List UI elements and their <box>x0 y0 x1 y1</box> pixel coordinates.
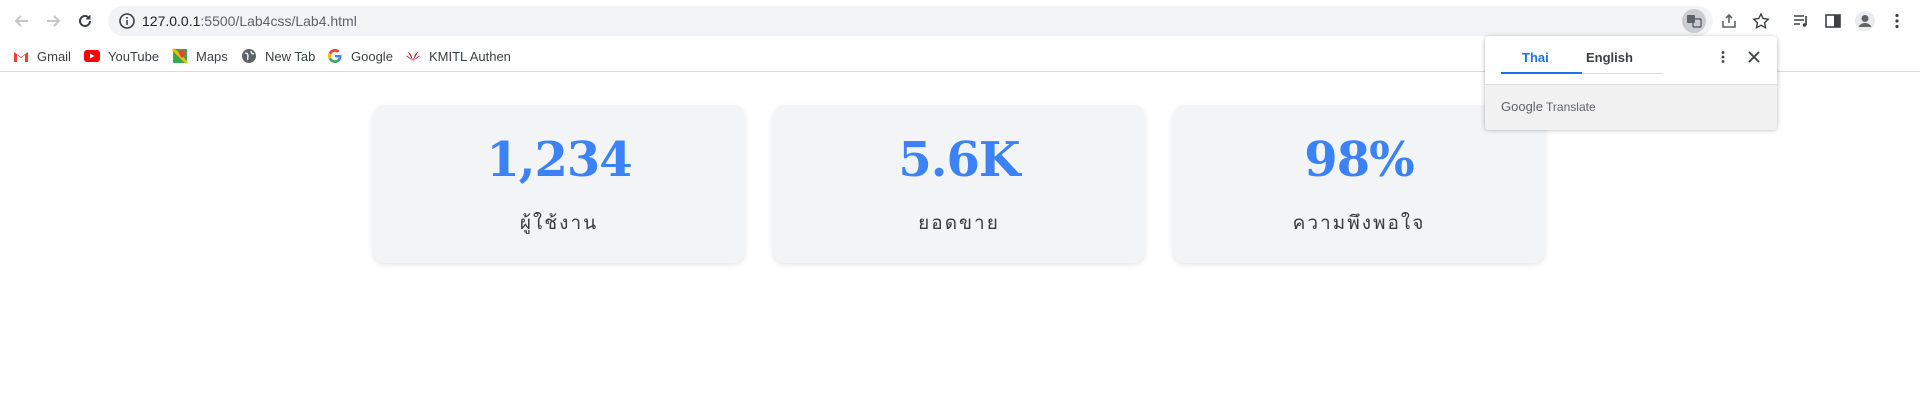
popup-close-icon[interactable] <box>1743 46 1765 68</box>
back-arrow-icon <box>14 15 28 27</box>
site-info-icon[interactable] <box>118 12 136 35</box>
tab-target-language[interactable]: English <box>1586 50 1633 65</box>
bookmark-gmail[interactable]: Gmail <box>13 47 71 65</box>
gmail-icon <box>13 48 29 64</box>
globe-icon <box>241 48 257 64</box>
google-icon <box>327 48 343 64</box>
back-button[interactable] <box>9 8 35 34</box>
stat-label: ความพึงพอใจ <box>1292 212 1426 234</box>
profile-avatar-icon[interactable] <box>1852 8 1878 34</box>
bookmark-google[interactable]: Google <box>327 47 393 65</box>
forward-button[interactable] <box>40 8 66 34</box>
translate-popup: Thai English Google Translate <box>1485 36 1777 130</box>
popup-more-options-icon[interactable] <box>1712 46 1734 68</box>
stat-value: 1,234 <box>486 132 632 188</box>
brand-translate: Translate <box>1546 100 1596 114</box>
menu-kebab-icon[interactable] <box>1884 8 1910 34</box>
tab-source-language[interactable]: Thai <box>1522 50 1549 65</box>
reload-icon <box>79 14 91 27</box>
side-panel-icon[interactable] <box>1820 8 1846 34</box>
bookmark-label: Maps <box>196 48 228 64</box>
bookmark-label: Gmail <box>37 48 71 64</box>
reload-button[interactable] <box>72 8 98 34</box>
stat-value: 98% <box>1304 132 1414 188</box>
bookmark-youtube[interactable]: YouTube <box>84 47 159 65</box>
share-icon[interactable] <box>1716 8 1742 34</box>
huawei-icon <box>405 48 421 64</box>
url-path: :5500/Lab4css/Lab4.html <box>200 13 357 29</box>
url-host: 127.0.0.1 <box>142 13 201 29</box>
youtube-icon <box>84 48 100 64</box>
bookmark-label: KMITL Authen <box>429 48 511 64</box>
maps-icon <box>172 48 188 64</box>
bookmark-maps[interactable]: Maps <box>172 47 228 65</box>
url-text[interactable]: 127.0.0.1:5500/Lab4css/Lab4.html <box>142 13 357 29</box>
translate-popup-footer: Google Translate <box>1485 84 1777 130</box>
bookmark-label: Google <box>351 48 393 64</box>
bookmark-label: YouTube <box>108 48 160 64</box>
stat-card-users: 1,234 ผู้ใช้งาน <box>373 105 745 263</box>
stat-label: ผู้ใช้งาน <box>519 212 599 234</box>
bookmark-kmitl-authen[interactable]: KMITL Authen <box>405 47 511 65</box>
translate-page-icon[interactable] <box>1682 9 1706 33</box>
bookmark-label: New Tab <box>265 48 316 64</box>
stat-value: 5.6K <box>898 132 1020 188</box>
brand-google: Google <box>1501 99 1543 114</box>
bookmark-new-tab[interactable]: New Tab <box>241 47 315 65</box>
stat-label: ยอดขาย <box>918 212 1000 234</box>
tab-active-indicator <box>1501 72 1582 74</box>
stat-card-sales: 5.6K ยอดขาย <box>773 105 1145 263</box>
forward-arrow-icon <box>47 15 61 27</box>
bookmark-star-icon[interactable] <box>1748 8 1774 34</box>
google-translate-brand: Google Translate <box>1501 99 1596 114</box>
reading-list-icon[interactable] <box>1788 8 1814 34</box>
address-bar[interactable]: 127.0.0.1:5500/Lab4css/Lab4.html <box>108 6 1713 36</box>
